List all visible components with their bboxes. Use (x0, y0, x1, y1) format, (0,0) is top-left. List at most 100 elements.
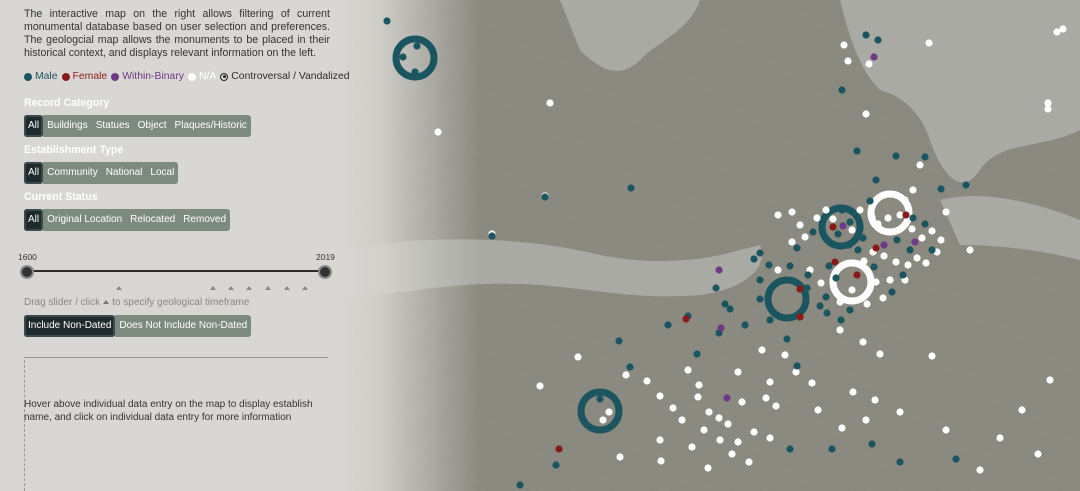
female-monument-point[interactable] (682, 315, 690, 323)
male-monument-point[interactable] (937, 185, 945, 193)
na-monument-point[interactable] (884, 214, 892, 222)
binary-monument-point[interactable] (880, 241, 888, 249)
na-monument-point[interactable] (745, 458, 753, 466)
male-monument-point[interactable] (928, 246, 936, 254)
male-monument-point[interactable] (712, 284, 720, 292)
female-monument-point[interactable] (796, 313, 804, 321)
na-monument-point[interactable] (874, 220, 882, 228)
male-monument-point[interactable] (921, 153, 929, 161)
na-monument-point[interactable] (909, 186, 917, 194)
female-monument-point[interactable] (555, 445, 563, 453)
na-monument-point[interactable] (863, 300, 871, 308)
male-monument-point[interactable] (627, 184, 635, 192)
na-monument-point[interactable] (856, 206, 864, 214)
na-monument-point[interactable] (774, 266, 782, 274)
timeline-tick-icon[interactable] (116, 286, 122, 290)
male-monument-point[interactable] (825, 262, 833, 270)
na-monument-point[interactable] (836, 326, 844, 334)
na-monument-point[interactable] (896, 408, 904, 416)
female-monument-point[interactable] (902, 211, 910, 219)
na-monument-point[interactable] (862, 416, 870, 424)
na-monument-point[interactable] (715, 414, 723, 422)
na-monument-point[interactable] (678, 416, 686, 424)
na-monument-point[interactable] (796, 221, 804, 229)
na-monument-point[interactable] (892, 258, 900, 266)
male-monument-point[interactable] (870, 263, 878, 271)
male-monument-point[interactable] (828, 445, 836, 453)
status-relocated-button[interactable]: Relocated (126, 209, 180, 231)
exclude-non-dated-button[interactable]: Does Not Include Non-Dated (115, 315, 252, 337)
male-monument-point[interactable] (846, 306, 854, 314)
establishment-national-button[interactable]: National (101, 162, 147, 184)
male-monument-point[interactable] (756, 276, 764, 284)
timeline-tick-icon[interactable] (210, 286, 216, 290)
na-monument-point[interactable] (904, 261, 912, 269)
na-monument-point[interactable] (684, 366, 692, 374)
na-monument-point[interactable] (622, 371, 630, 379)
na-monument-point[interactable] (901, 196, 909, 204)
male-monument-point[interactable] (783, 335, 791, 343)
na-monument-point[interactable] (734, 438, 742, 446)
establishment-community-button[interactable]: Community (43, 162, 102, 184)
na-monument-point[interactable] (546, 99, 554, 107)
male-monument-point[interactable] (874, 36, 882, 44)
male-monument-point[interactable] (868, 440, 876, 448)
na-monument-point[interactable] (937, 236, 945, 244)
na-monument-point[interactable] (942, 426, 950, 434)
male-monument-point[interactable] (845, 241, 853, 249)
male-monument-point[interactable] (516, 481, 524, 489)
male-monument-point[interactable] (552, 461, 560, 469)
slider-end-handle[interactable] (318, 265, 332, 279)
na-monument-point[interactable] (750, 428, 758, 436)
na-monument-point[interactable] (836, 298, 844, 306)
record-statues-button[interactable]: Statues (91, 115, 134, 137)
record-buildings-button[interactable]: Buildings (43, 115, 92, 137)
na-monument-point[interactable] (1034, 450, 1042, 458)
male-monument-point[interactable] (853, 147, 861, 155)
na-monument-point[interactable] (774, 211, 782, 219)
record-object-button[interactable]: Object (133, 115, 171, 137)
na-monument-point[interactable] (688, 443, 696, 451)
male-monument-point[interactable] (893, 236, 901, 244)
male-monument-point[interactable] (693, 350, 701, 358)
na-monument-point[interactable] (822, 206, 830, 214)
na-monument-point[interactable] (876, 350, 884, 358)
male-monument-point[interactable] (786, 445, 794, 453)
male-monument-point[interactable] (846, 218, 854, 226)
male-monument-point[interactable] (411, 68, 419, 76)
male-monument-point[interactable] (756, 249, 764, 257)
na-monument-point[interactable] (928, 352, 936, 360)
na-monument-point[interactable] (758, 346, 766, 354)
establishment-local-button[interactable]: Local (146, 162, 179, 184)
male-monument-point[interactable] (383, 17, 391, 25)
male-monument-point[interactable] (626, 363, 634, 371)
male-monument-point[interactable] (756, 295, 764, 303)
na-monument-point[interactable] (788, 238, 796, 246)
male-monument-point[interactable] (896, 458, 904, 466)
male-monument-point[interactable] (962, 181, 970, 189)
male-monument-point[interactable] (866, 197, 874, 205)
male-monument-point[interactable] (399, 53, 407, 61)
female-monument-point[interactable] (872, 244, 880, 252)
na-monument-point[interactable] (848, 226, 856, 234)
na-monument-point[interactable] (844, 57, 852, 65)
female-monument-point[interactable] (829, 223, 837, 231)
na-monument-point[interactable] (781, 351, 789, 359)
male-monument-point[interactable] (906, 246, 914, 254)
na-monument-point[interactable] (705, 408, 713, 416)
male-monument-point[interactable] (837, 316, 845, 324)
na-monument-point[interactable] (643, 377, 651, 385)
timeline-tick-icon[interactable] (246, 286, 252, 290)
binary-monument-point[interactable] (717, 324, 725, 332)
male-monument-point[interactable] (888, 288, 896, 296)
na-monument-point[interactable] (574, 353, 582, 361)
male-monument-point[interactable] (872, 176, 880, 184)
status-all-button[interactable]: All (24, 209, 44, 231)
male-monument-point[interactable] (793, 362, 801, 370)
male-monument-point[interactable] (822, 293, 830, 301)
na-monument-point[interactable] (695, 381, 703, 389)
na-monument-point[interactable] (738, 398, 746, 406)
male-monument-point[interactable] (834, 230, 842, 238)
female-monument-point[interactable] (831, 258, 839, 266)
female-monument-point[interactable] (796, 285, 804, 293)
